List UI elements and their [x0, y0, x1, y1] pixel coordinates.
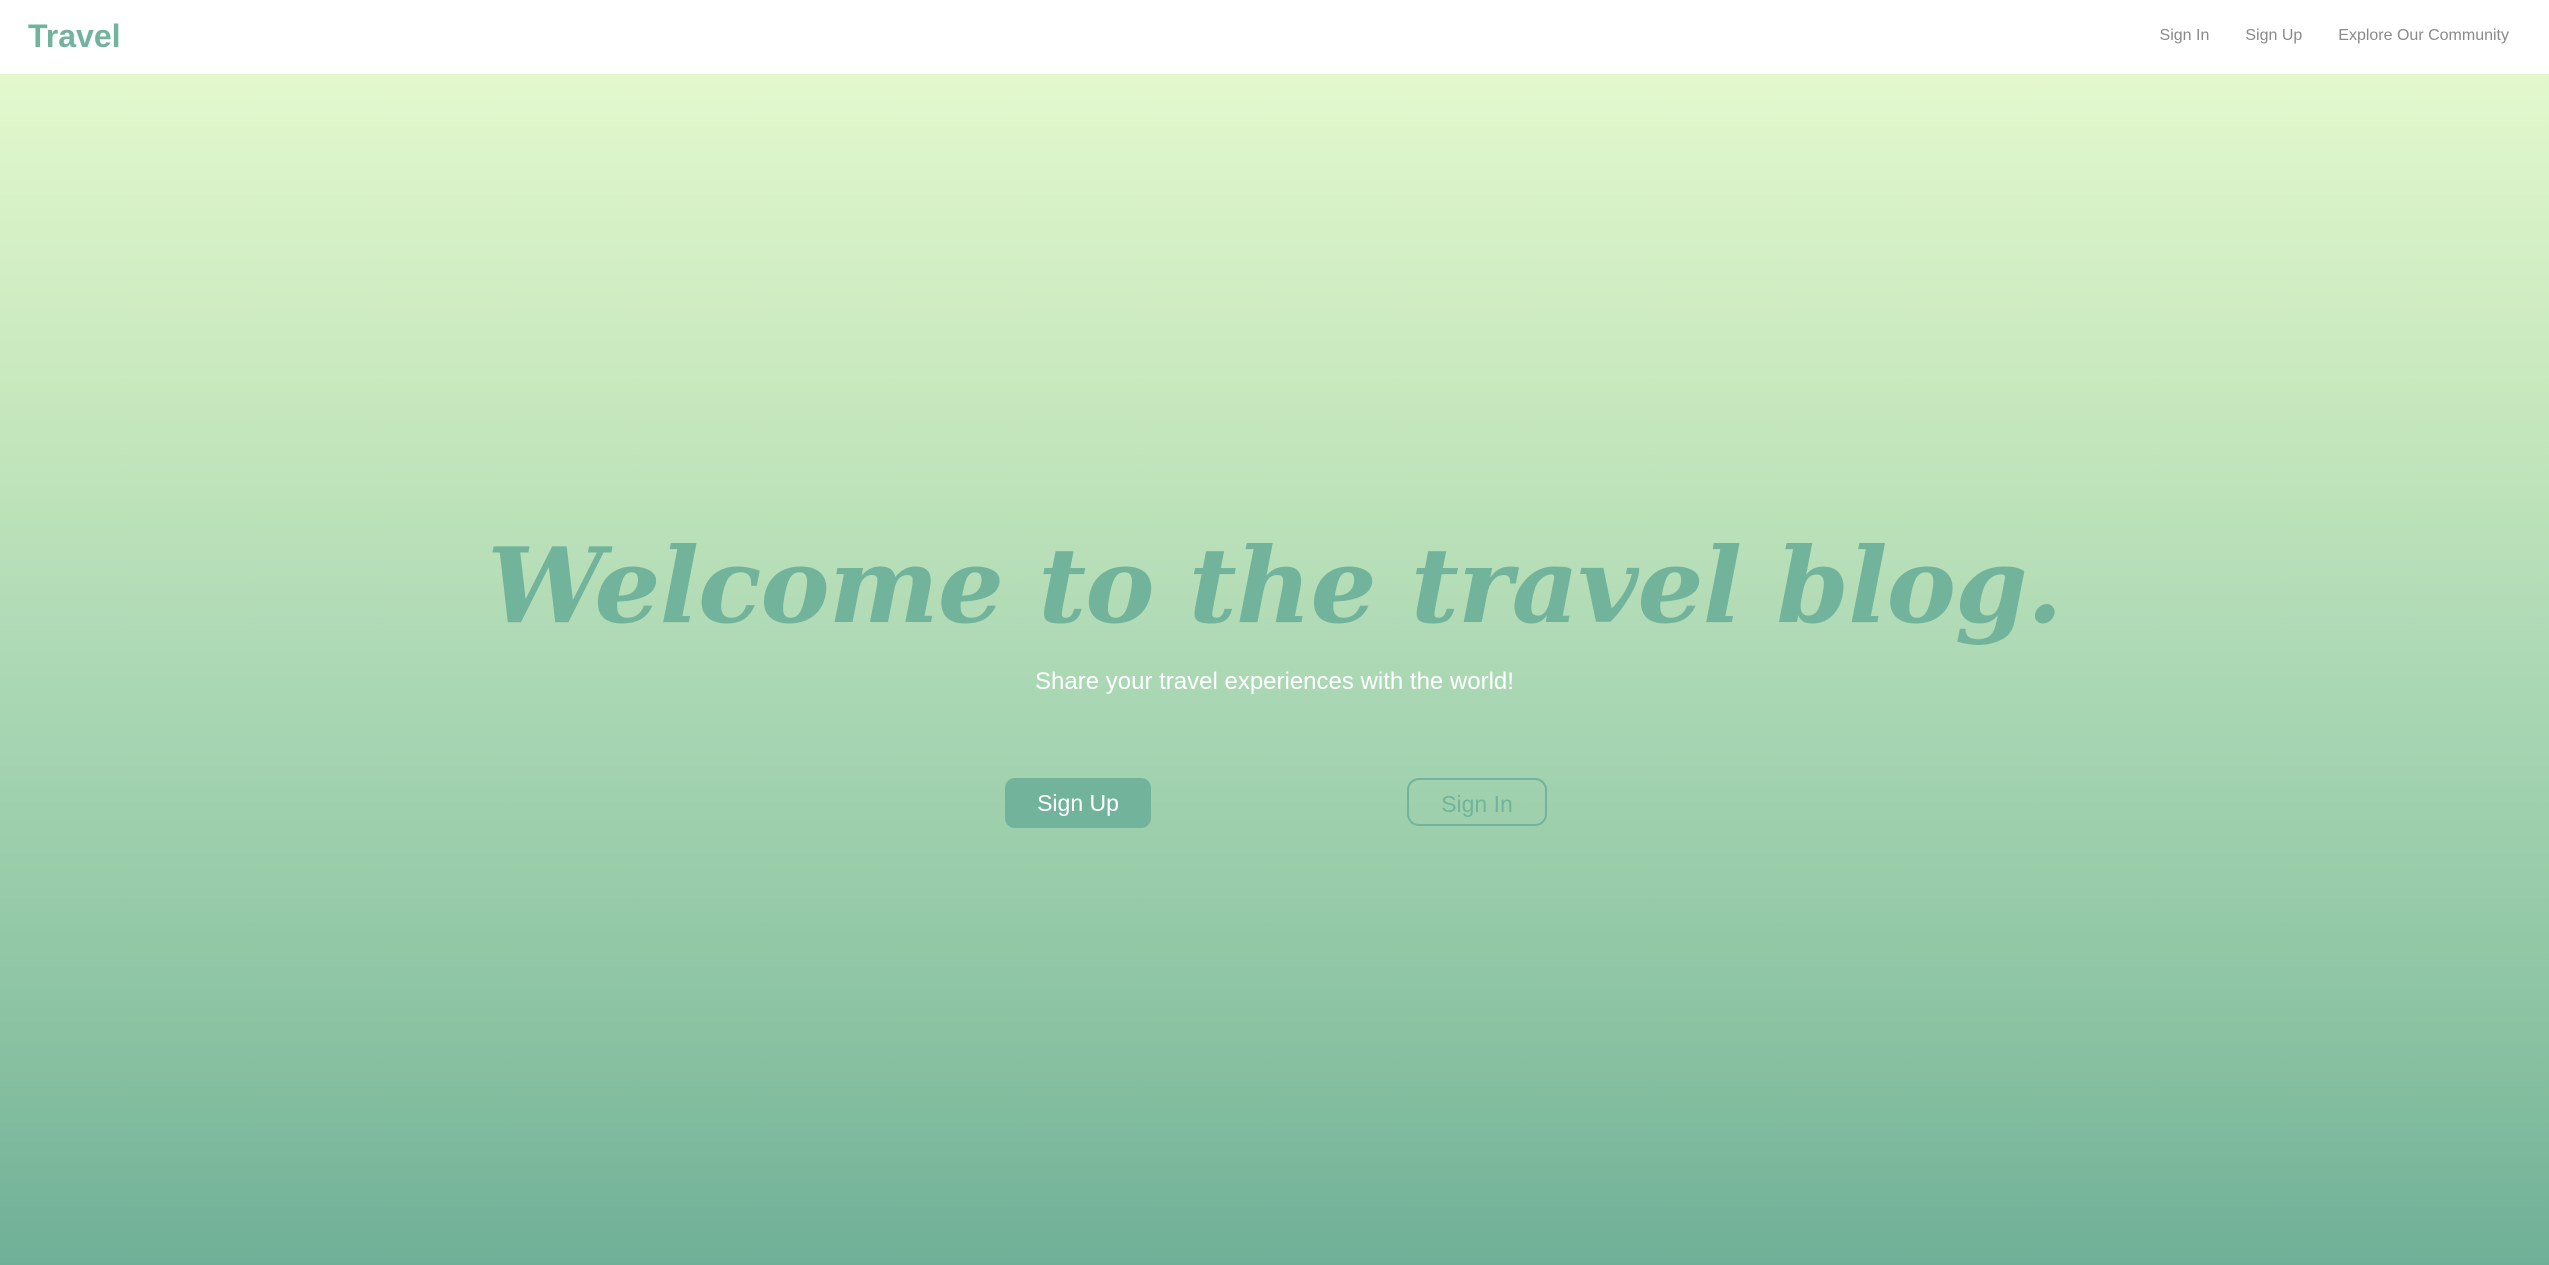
nav-link-sign-up[interactable]: Sign Up: [2245, 27, 2302, 45]
hero-sign-in-button[interactable]: Sign In: [1407, 778, 1547, 826]
nav-link-explore-community[interactable]: Explore Our Community: [2338, 27, 2509, 45]
brand-logo-link[interactable]: Travel: [28, 14, 121, 58]
hero-headline: Welcome to the travel blog.: [487, 524, 2063, 647]
hero-section: Welcome to the travel blog. Share your t…: [0, 74, 2549, 1265]
nav-link-sign-in[interactable]: Sign In: [2160, 27, 2210, 45]
top-navbar: Travel Sign In Sign Up Explore Our Commu…: [0, 0, 2549, 74]
nav-links: Sign In Sign Up Explore Our Community: [2160, 22, 2509, 50]
hero-subtitle: Share your travel experiences with the w…: [1035, 668, 1514, 695]
hero-sign-up-button[interactable]: Sign Up: [1005, 778, 1151, 828]
